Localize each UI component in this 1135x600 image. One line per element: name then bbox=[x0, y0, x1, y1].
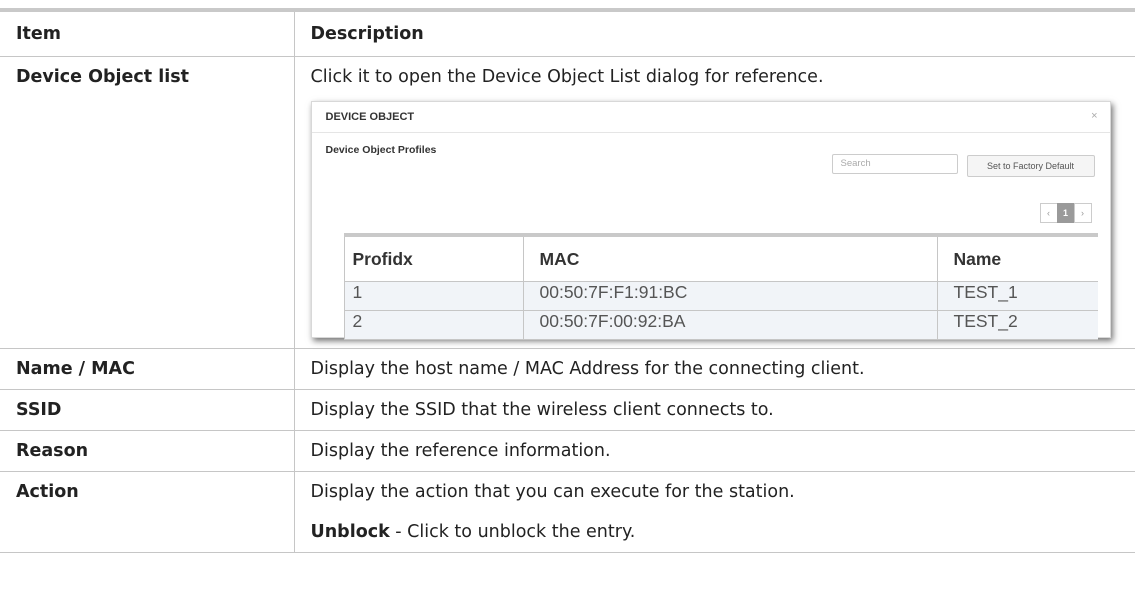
table-row: Reason Display the reference information… bbox=[0, 430, 1135, 472]
header-item: Item bbox=[0, 8, 295, 57]
next-page-button[interactable]: › bbox=[1073, 203, 1092, 223]
profiles-title: Device Object Profiles bbox=[325, 144, 437, 156]
description-cell: Display the action that you can execute … bbox=[293, 471, 1135, 553]
dialog-title: DEVICE OBJECT bbox=[325, 111, 415, 123]
close-icon[interactable]: × bbox=[1091, 110, 1097, 122]
description-text: Display the action that you can execute … bbox=[310, 482, 795, 502]
name-cell: TEST_2 bbox=[936, 310, 1098, 340]
unblock-label: Unblock bbox=[310, 522, 390, 542]
description-text: Display the SSID that the wireless clien… bbox=[310, 400, 774, 420]
profiles-table: Profidx MAC Name 1 00:50:7F:F1:91:BC TES… bbox=[343, 233, 1098, 340]
device-object-dialog: DEVICE OBJECT × Device Object Profiles S… bbox=[310, 101, 1111, 340]
page-1-button[interactable]: 1 bbox=[1056, 203, 1075, 223]
table-row: Action Display the action that you can e… bbox=[0, 471, 1135, 553]
description-cell: Display the SSID that the wireless clien… bbox=[293, 389, 1135, 431]
item-cell: Reason bbox=[0, 430, 295, 472]
table-row[interactable]: 1 00:50:7F:F1:91:BC TEST_1 bbox=[343, 281, 1098, 311]
item-label: Action bbox=[16, 482, 79, 502]
description-cell: Display the host name / MAC Address for … bbox=[293, 348, 1135, 390]
item-cell: Name / MAC bbox=[0, 348, 295, 390]
item-label: Device Object list bbox=[16, 67, 190, 87]
item-cell: Action bbox=[0, 471, 295, 553]
description-cell: Click it to open the Device Object List … bbox=[293, 56, 1135, 349]
mac-cell: 00:50:7F:F1:91:BC bbox=[522, 281, 938, 311]
item-label: Name / MAC bbox=[16, 359, 135, 379]
table-row: Name / MAC Display the host name / MAC A… bbox=[0, 348, 1135, 390]
column-header-profidx: Profidx bbox=[343, 233, 524, 282]
mac-cell: 00:50:7F:00:92:BA bbox=[522, 310, 938, 340]
pagination: ‹ 1 › bbox=[1039, 203, 1092, 223]
column-header-mac: MAC bbox=[522, 233, 938, 282]
unblock-description: Unblock - Click to unblock the entry. bbox=[311, 512, 1135, 552]
description-text: Display the reference information. bbox=[310, 441, 611, 461]
table-row[interactable]: 2 00:50:7F:00:92:BA TEST_2 bbox=[343, 310, 1098, 340]
unblock-text: - Click to unblock the entry. bbox=[389, 522, 636, 542]
name-cell: TEST_1 bbox=[936, 281, 1098, 311]
description-text: Click it to open the Device Object List … bbox=[310, 67, 824, 87]
profidx-cell: 2 bbox=[343, 310, 524, 340]
header-description: Description bbox=[293, 8, 1135, 57]
item-label: Reason bbox=[16, 441, 89, 461]
description-table: Item Description Device Object list Clic… bbox=[0, 8, 1135, 553]
table-row: SSID Display the SSID that the wireless … bbox=[0, 389, 1135, 431]
factory-default-button[interactable]: Set to Factory Default bbox=[966, 155, 1095, 177]
item-label: SSID bbox=[16, 400, 62, 420]
description-text: Display the host name / MAC Address for … bbox=[310, 359, 865, 379]
dialog-header: DEVICE OBJECT × bbox=[311, 102, 1110, 133]
profiles-header-row: Profidx MAC Name bbox=[343, 233, 1098, 282]
description-cell: Display the reference information. bbox=[293, 430, 1135, 472]
search-input[interactable]: Search bbox=[831, 154, 958, 174]
table-row: Device Object list Click it to open the … bbox=[0, 56, 1135, 349]
item-cell: Device Object list bbox=[0, 56, 295, 349]
profidx-cell: 1 bbox=[343, 281, 524, 311]
header-row: Item Description bbox=[0, 8, 1135, 57]
item-cell: SSID bbox=[0, 389, 295, 431]
prev-page-button[interactable]: ‹ bbox=[1039, 203, 1058, 223]
column-header-name: Name bbox=[936, 233, 1098, 282]
